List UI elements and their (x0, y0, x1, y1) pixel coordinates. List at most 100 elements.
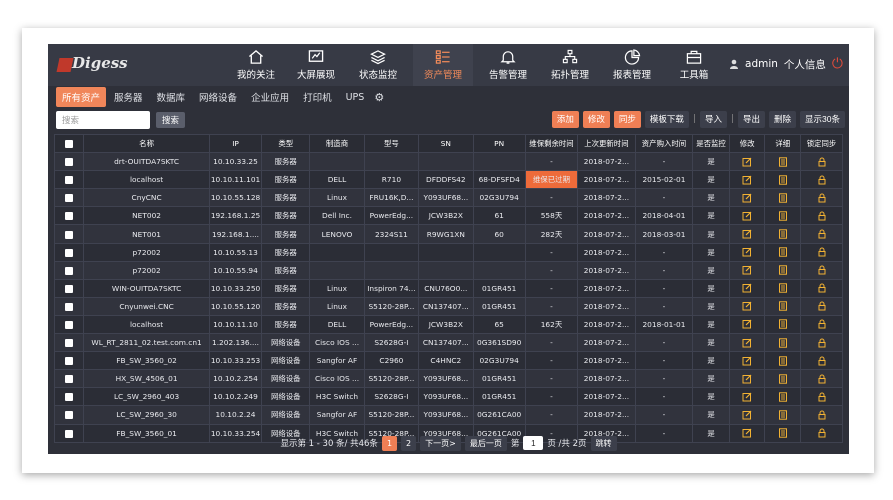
edit-icon[interactable] (742, 247, 752, 257)
edit-icon[interactable] (742, 229, 752, 239)
lock-cell[interactable] (800, 188, 843, 208)
lock-cell[interactable] (800, 369, 843, 389)
detail-icon[interactable] (778, 247, 788, 257)
table-row[interactable]: LC_SW_2960_403 10.10.2.249 网络设备 H3C Switch S… (53, 387, 843, 407)
nav-item-1[interactable]: 大屏展现 (286, 44, 346, 86)
detail-cell[interactable] (764, 224, 802, 244)
edit-cell[interactable] (728, 314, 766, 335)
detail-icon[interactable] (778, 229, 788, 239)
row-checkbox-cell[interactable] (53, 224, 85, 244)
row-checkbox[interactable] (65, 339, 74, 348)
power-icon[interactable]: ⏻ (832, 56, 843, 72)
row-checkbox[interactable] (65, 393, 74, 402)
page-number-input[interactable] (523, 436, 544, 450)
edit-icon[interactable] (742, 392, 752, 402)
search-button[interactable]: 搜索 (156, 112, 186, 128)
row-checkbox-cell[interactable] (53, 260, 85, 280)
row-checkbox[interactable] (65, 248, 74, 257)
search-input[interactable] (56, 111, 150, 129)
detail-cell[interactable] (764, 170, 802, 190)
delete-button[interactable]: 删除 (769, 111, 797, 128)
detail-icon[interactable] (778, 319, 788, 330)
lock-icon[interactable] (817, 338, 827, 348)
detail-icon[interactable] (778, 175, 788, 185)
sync-button[interactable]: 同步 (613, 111, 641, 128)
subtab-5[interactable]: 打印机 (297, 87, 338, 107)
table-row[interactable]: drt-OUITDA7SKTC 10.10.33.25 服务器 -2018-07-2.… (53, 152, 843, 172)
detail-cell[interactable] (764, 296, 802, 316)
table-row[interactable]: localhost 10.10.11.10 服务器 DELL PowerEdg... JC… (53, 314, 843, 335)
column-header[interactable]: 制造商 (309, 133, 365, 154)
edit-icon[interactable] (742, 157, 752, 167)
detail-cell[interactable] (764, 188, 802, 208)
jump-button[interactable]: 跳转 (590, 435, 617, 451)
lock-icon[interactable] (817, 392, 827, 402)
table-row[interactable]: WL_RT_2811_02.test.com.cn1 1.202.136.... 网… (53, 333, 843, 353)
table-row[interactable]: p72002 10.10.55.13 服务器 -2018-07-2... - 是 (53, 242, 843, 262)
lock-cell[interactable] (800, 314, 843, 335)
edit-cell[interactable] (728, 369, 766, 389)
detail-icon[interactable] (778, 374, 788, 384)
column-header[interactable]: 型号 (363, 133, 420, 154)
detail-icon[interactable] (778, 211, 788, 221)
edit-icon[interactable] (742, 211, 752, 221)
row-checkbox[interactable] (65, 284, 74, 293)
export-button[interactable]: 导出 (738, 111, 766, 128)
edit-cell[interactable] (728, 387, 766, 407)
detail-icon[interactable] (778, 156, 788, 167)
edit-cell[interactable] (728, 224, 766, 244)
edit-cell[interactable] (728, 170, 766, 190)
detail-cell[interactable] (764, 260, 802, 280)
lock-cell[interactable] (800, 152, 843, 172)
edit-cell[interactable] (728, 296, 766, 316)
username-link[interactable]: admin (745, 58, 778, 70)
edit-cell[interactable] (728, 206, 766, 226)
edit-icon[interactable] (742, 319, 752, 329)
nav-item-0[interactable]: 我的关注 (226, 44, 286, 86)
table-row[interactable]: HX_SW_4506_01 10.10.2.254 网络设备 Cisco IOS ..… (53, 369, 843, 389)
row-checkbox-cell[interactable] (53, 170, 85, 190)
edit-cell[interactable] (728, 405, 766, 425)
detail-cell[interactable] (764, 314, 802, 335)
row-checkbox-cell[interactable] (53, 405, 85, 425)
row-checkbox[interactable] (65, 158, 74, 167)
detail-icon[interactable] (778, 337, 788, 348)
column-header[interactable]: 维保剩余时间 (524, 133, 579, 154)
row-checkbox-cell[interactable] (53, 296, 85, 316)
detail-cell[interactable] (764, 152, 802, 172)
row-checkbox[interactable] (65, 194, 74, 203)
show-30-button[interactable]: 显示30条 (800, 111, 845, 128)
row-checkbox[interactable] (65, 212, 74, 221)
row-checkbox-cell[interactable] (53, 351, 85, 371)
edit-cell[interactable] (728, 188, 766, 208)
detail-icon[interactable] (778, 301, 788, 312)
detail-cell[interactable] (764, 351, 802, 371)
lock-cell[interactable] (800, 170, 843, 190)
edit-icon[interactable] (742, 283, 752, 293)
template-download-button[interactable]: 模板下载 (644, 111, 689, 128)
row-checkbox[interactable] (65, 176, 74, 185)
lock-cell[interactable] (800, 387, 843, 407)
table-row[interactable]: FB_SW_3560_02 10.10.33.253 网络设备 Sangfor AF C… (53, 351, 843, 371)
column-header[interactable]: IP (208, 133, 263, 154)
lock-icon[interactable] (817, 283, 827, 293)
column-header[interactable]: 名称 (83, 133, 210, 154)
lock-icon[interactable] (817, 229, 827, 239)
row-checkbox[interactable] (65, 320, 74, 329)
lock-icon[interactable] (817, 301, 827, 311)
lock-cell[interactable] (800, 333, 843, 353)
column-header[interactable]: 详细 (764, 133, 802, 154)
detail-cell[interactable] (764, 387, 802, 407)
lock-cell[interactable] (800, 260, 843, 280)
gear-icon[interactable]: ⚙ (374, 91, 384, 104)
edit-cell[interactable] (728, 278, 766, 298)
subtab-2[interactable]: 数据库 (151, 87, 192, 107)
select-all-checkbox-cell[interactable] (53, 133, 85, 154)
row-checkbox[interactable] (65, 230, 74, 239)
page-2-button[interactable]: 2 (401, 435, 417, 451)
column-header[interactable]: SN (418, 133, 474, 154)
lock-icon[interactable] (817, 175, 827, 185)
nav-item-5[interactable]: 拓扑管理 (540, 44, 600, 86)
lock-cell[interactable] (800, 278, 843, 298)
table-row[interactable]: localhost 10.10.11.101 服务器 DELL R710 DFDDFS42… (53, 170, 843, 190)
